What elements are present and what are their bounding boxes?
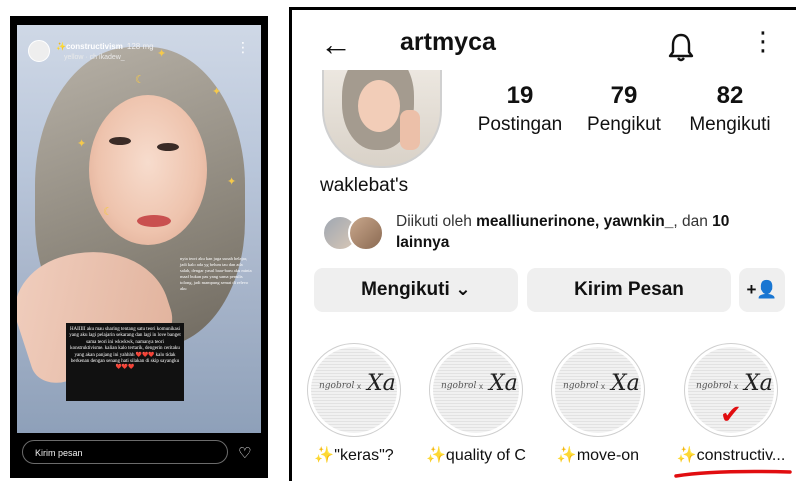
story-text-box: HAIIIII aku mau sharing tentang satu teo… bbox=[66, 323, 184, 401]
profile-topbar: ← artmyca ⋮ bbox=[292, 10, 796, 76]
story-highlight-title: ✨constructivism 128 mg bbox=[56, 42, 154, 51]
highlight-label: ✨constructiv... bbox=[676, 447, 786, 464]
back-arrow-icon[interactable]: ← bbox=[320, 28, 352, 60]
highlight-item[interactable]: ngobrol x Xa ✔ ✨constructiv... bbox=[672, 343, 790, 465]
checkmark-icon: ✔ bbox=[720, 399, 742, 429]
profile-display-name: waklebat's bbox=[320, 175, 409, 196]
stat-followers[interactable]: 79 Pengikut bbox=[578, 82, 670, 138]
bell-icon[interactable] bbox=[668, 32, 694, 62]
story-viewer: ✦ ✦ ✦ ✦ ☾ ☾ ✨constructivism 128 mg yellow… bbox=[10, 16, 268, 478]
following-button[interactable]: Mengikuti ⌄ bbox=[314, 268, 518, 312]
highlight-item[interactable]: ngobrol x Xa ✨move-on bbox=[548, 343, 648, 465]
stat-posts[interactable]: 19 Postingan bbox=[472, 82, 568, 138]
followed-by-text[interactable]: Diikuti oleh mealliunerinone, yawnkin_, … bbox=[396, 211, 786, 253]
followed-by-avatars[interactable] bbox=[322, 215, 386, 251]
heart-icon[interactable]: ♡ bbox=[238, 446, 251, 461]
story-music-label[interactable]: yellow · ch ikadew_ bbox=[64, 54, 125, 61]
profile-avatar[interactable] bbox=[322, 70, 442, 168]
red-underline-annotation bbox=[674, 469, 792, 478]
story-header: ✨constructivism 128 mg yellow · ch ikadew… bbox=[28, 40, 250, 80]
highlight-label: ✨move-on bbox=[556, 447, 640, 464]
story-avatar[interactable] bbox=[28, 40, 50, 62]
highlight-label: ✨"keras"? bbox=[314, 447, 394, 464]
more-vertical-icon[interactable]: ⋮ bbox=[236, 40, 250, 54]
story-time: 128 mg bbox=[126, 42, 154, 51]
story-caption: nyta teori aku kan juga sunah belajar, j… bbox=[180, 256, 252, 291]
highlight-item[interactable]: ngobrol x Xa ✨"keras"? bbox=[304, 343, 404, 465]
profile-username: artmyca bbox=[400, 28, 496, 56]
highlight-label: ✨quality of C... bbox=[426, 447, 526, 464]
story-reply-input[interactable]: Kirim pesan bbox=[22, 440, 228, 464]
add-user-icon[interactable]: +👤 bbox=[739, 268, 785, 312]
highlight-item[interactable]: ngobrol x Xa ✨quality of C... bbox=[426, 343, 526, 465]
stat-following[interactable]: 82 Mengikuti bbox=[684, 82, 776, 138]
more-vertical-icon[interactable]: ⋮ bbox=[750, 28, 776, 54]
send-message-button[interactable]: Kirim Pesan bbox=[527, 268, 731, 312]
profile-panel: ← artmyca ⋮ 19 Postingan 79 Pengikut 82 … bbox=[289, 7, 796, 481]
